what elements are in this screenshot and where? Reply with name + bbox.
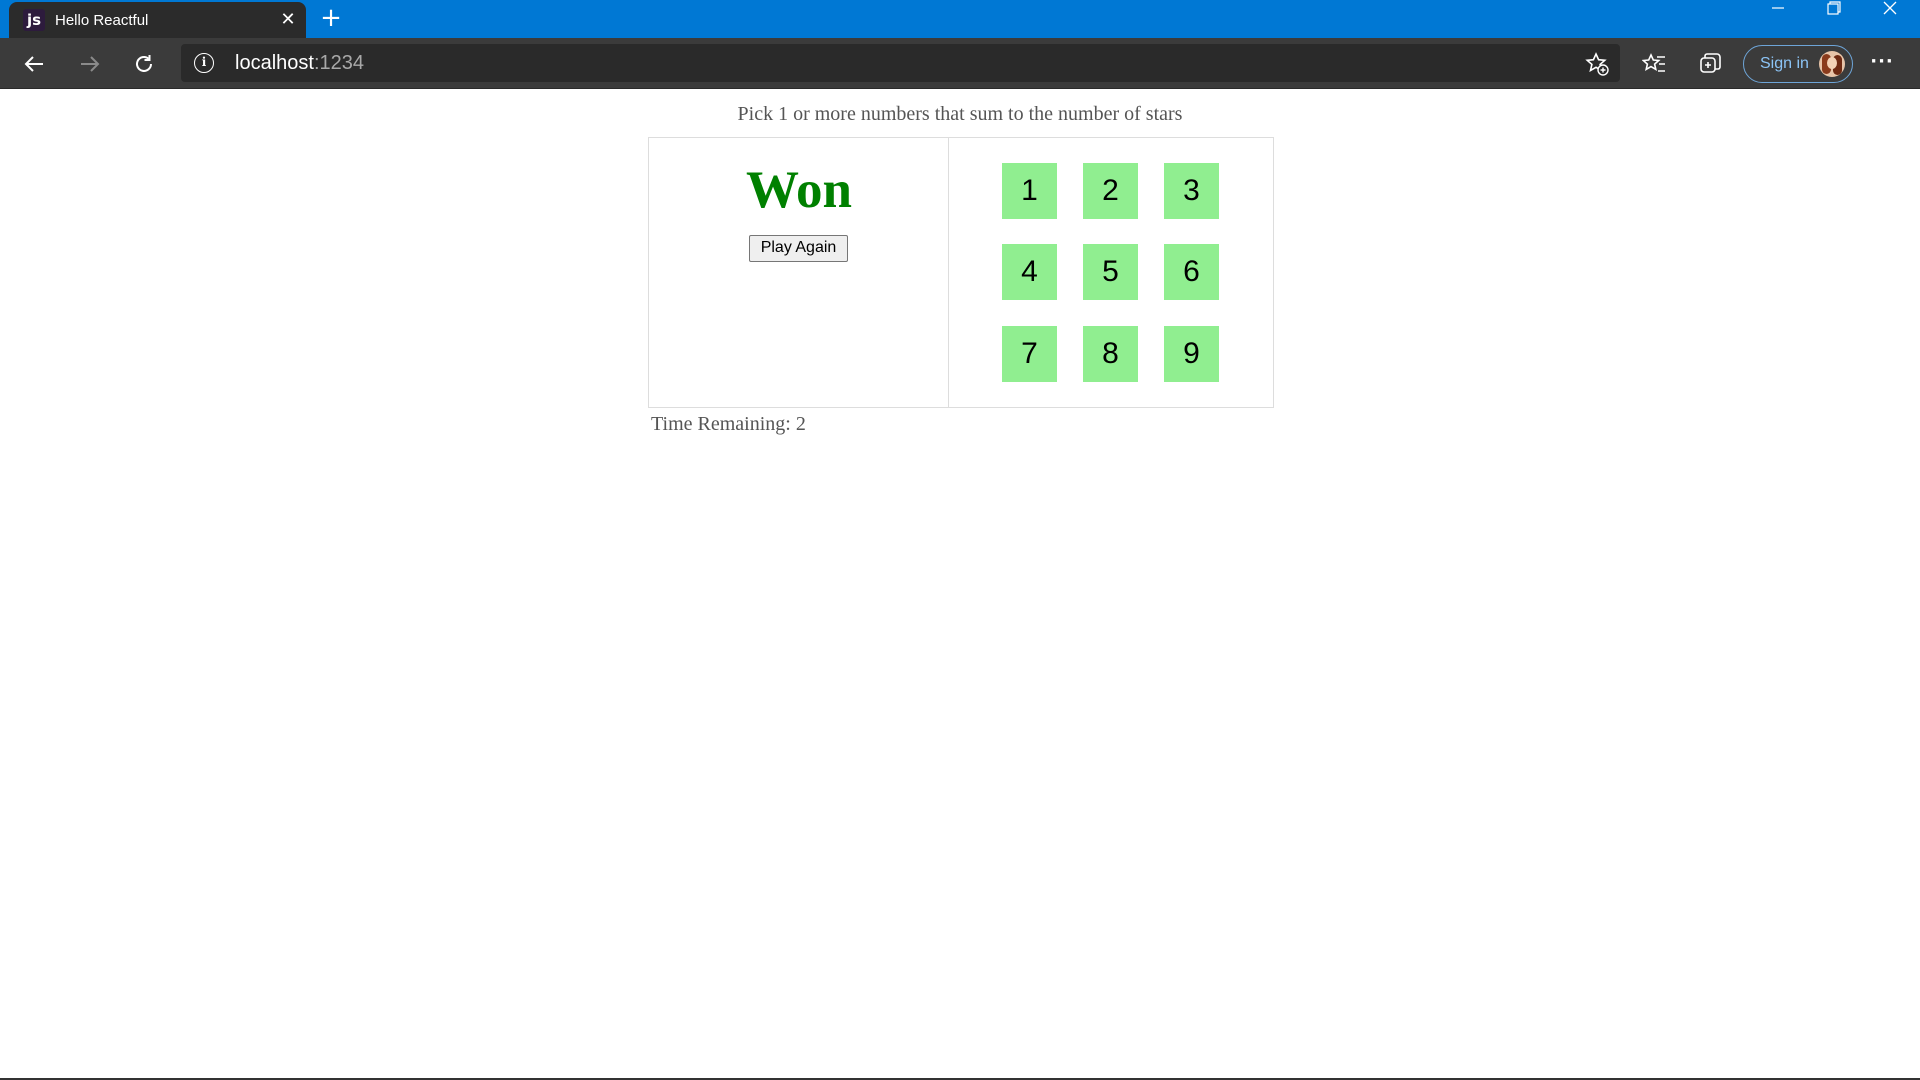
number-button[interactable]: 9 <box>1164 326 1219 382</box>
restore-icon[interactable] <box>1806 0 1862 38</box>
refresh-icon[interactable] <box>124 44 164 84</box>
time-remaining: Time Remaining: 2 <box>651 413 806 435</box>
game-body: Won Play Again 1 2 3 4 5 6 7 8 9 <box>648 137 1274 408</box>
number-button[interactable]: 2 <box>1083 163 1138 219</box>
browser-tab[interactable]: js Hello Reactful ✕ <box>9 2 306 38</box>
tab-title: Hello Reactful <box>55 12 149 29</box>
close-window-icon[interactable] <box>1862 0 1918 38</box>
avatar <box>1819 51 1845 77</box>
play-again-button[interactable]: Play Again <box>749 235 848 262</box>
collections-icon[interactable] <box>1690 44 1730 84</box>
star-plus-icon[interactable] <box>1584 51 1610 77</box>
info-icon[interactable]: i <box>194 53 214 73</box>
close-tab-icon[interactable]: ✕ <box>279 11 297 29</box>
help-text: Pick 1 or more numbers that sum to the n… <box>737 103 1183 125</box>
browser-toolbar: i localhost:1234 Sign in ··· <box>0 38 1920 89</box>
number-button[interactable]: 5 <box>1083 244 1138 300</box>
address-bar[interactable]: i localhost:1234 <box>181 44 1620 82</box>
number-button[interactable]: 4 <box>1002 244 1057 300</box>
number-button[interactable]: 1 <box>1002 163 1057 219</box>
new-tab-icon[interactable]: + <box>319 5 343 31</box>
game-status: Won <box>745 161 853 219</box>
number-button[interactable]: 3 <box>1164 163 1219 219</box>
number-button[interactable]: 8 <box>1083 326 1138 382</box>
forward-arrow-icon[interactable] <box>70 44 110 84</box>
title-bar: js Hello Reactful ✕ + <box>0 0 1920 38</box>
back-arrow-icon[interactable] <box>14 44 54 84</box>
sign-in-label: Sign in <box>1760 55 1809 72</box>
stars-panel: Won Play Again <box>649 138 949 407</box>
more-icon[interactable]: ··· <box>1862 44 1902 84</box>
numbers-panel: 1 2 3 4 5 6 7 8 9 <box>949 138 1273 407</box>
number-button[interactable]: 6 <box>1164 244 1219 300</box>
favorites-list-icon[interactable] <box>1634 44 1674 84</box>
tab-favicon: js <box>23 9 45 31</box>
address-url[interactable]: localhost:1234 <box>235 52 364 74</box>
number-button[interactable]: 7 <box>1002 326 1057 382</box>
sign-in-button[interactable]: Sign in <box>1743 45 1853 83</box>
minimize-icon[interactable] <box>1750 0 1806 38</box>
